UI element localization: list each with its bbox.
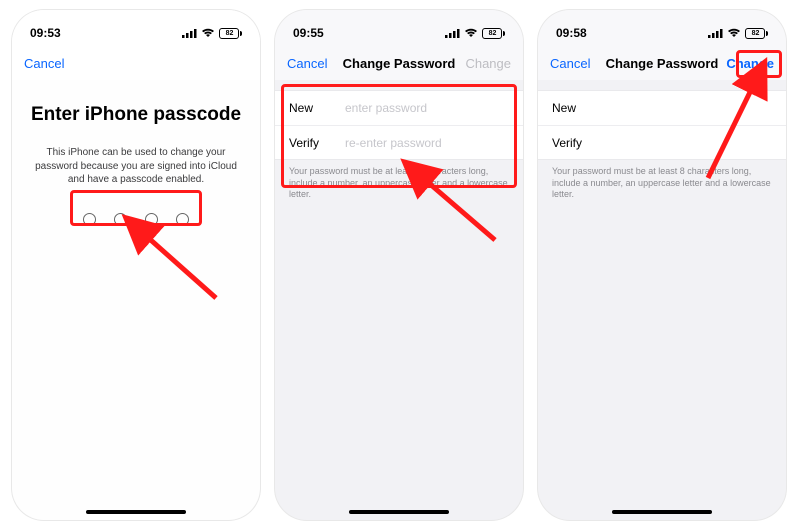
status-bar: 09:53 82 [12,10,260,46]
nav-bar: Cancel Change Password Change [275,46,523,80]
cancel-button[interactable]: Cancel [550,56,590,71]
home-indicator-icon[interactable] [86,510,186,514]
battery-icon: 82 [482,28,505,39]
password-hint: Your password must be at least 8 charact… [275,160,523,201]
battery-icon: 82 [745,28,768,39]
phone-screen-2: 09:55 82 Cancel Change Password Change N… [275,10,523,520]
clock: 09:55 [293,26,324,40]
home-indicator-icon[interactable] [612,510,712,514]
passcode-dot [145,213,158,226]
wifi-icon [727,28,741,38]
verify-password-row[interactable]: Verify re-enter password [275,125,523,159]
new-password-label: New [552,101,608,115]
nav-bar: Cancel Change Password Change [538,46,786,80]
verify-password-input[interactable]: re-enter password [345,136,442,150]
passcode-dot [83,213,96,226]
annotation-arrow-icon [136,228,226,313]
new-password-row[interactable]: New [538,91,786,125]
cancel-button[interactable]: Cancel [287,56,327,71]
battery-icon: 82 [219,28,242,39]
password-form: New Verify [538,90,786,160]
new-password-label: New [289,101,345,115]
verify-password-row[interactable]: Verify [538,125,786,159]
home-indicator-icon[interactable] [349,510,449,514]
new-password-input[interactable]: enter password [345,101,427,115]
verify-password-label: Verify [289,136,345,150]
cancel-button[interactable]: Cancel [24,56,64,71]
verify-password-label: Verify [552,136,608,150]
cellular-signal-icon [445,28,460,38]
cellular-signal-icon [182,28,197,38]
page-description: This iPhone can be used to change your p… [26,146,246,187]
phone-screen-3: 09:58 82 Cancel Change Password Change N… [538,10,786,520]
cellular-signal-icon [708,28,723,38]
change-button[interactable]: Change [726,56,774,71]
clock: 09:53 [30,26,61,40]
status-bar: 09:58 82 [538,10,786,46]
wifi-icon [201,28,215,38]
passcode-dot [176,213,189,226]
passcode-dots[interactable] [26,213,246,226]
change-button[interactable]: Change [465,56,511,71]
phone-screen-1: 09:53 82 Cancel Enter iPhone passcode Th… [12,10,260,520]
passcode-dot [114,213,127,226]
new-password-row[interactable]: New enter password [275,91,523,125]
password-hint: Your password must be at least 8 charact… [538,160,786,201]
status-bar: 09:55 82 [275,10,523,46]
wifi-icon [464,28,478,38]
page-title: Enter iPhone passcode [26,104,246,126]
clock: 09:58 [556,26,587,40]
password-form: New enter password Verify re-enter passw… [275,90,523,160]
nav-bar: Cancel [12,46,260,80]
